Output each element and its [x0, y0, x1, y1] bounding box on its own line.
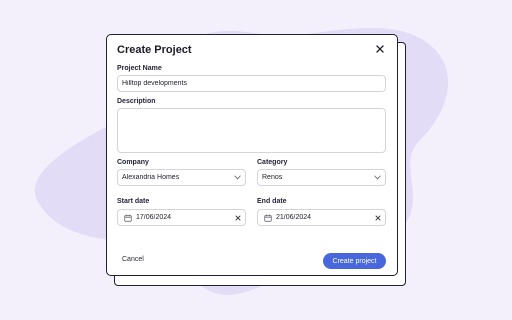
calendar-icon [124, 214, 132, 222]
clear-icon [375, 215, 381, 220]
close-icon [376, 45, 384, 53]
company-value: Alexandria Homes [122, 174, 180, 181]
dialog-title: Create Project [117, 44, 192, 56]
close-button[interactable] [375, 44, 385, 54]
start-date-clear-button[interactable] [231, 215, 245, 221]
category-select[interactable]: Renos [257, 169, 386, 186]
project-name-input[interactable]: Hilltop developments [117, 75, 386, 92]
end-date-clear-button[interactable] [371, 215, 385, 221]
end-date-picker[interactable]: 21/06/2024 [257, 209, 386, 226]
description-textarea[interactable] [117, 108, 386, 153]
end-date-label: End date [257, 198, 287, 205]
description-label: Description [117, 98, 156, 105]
company-select[interactable]: Alexandria Homes [117, 169, 246, 186]
clear-icon [235, 215, 241, 220]
start-date-value: 17/06/2024 [136, 214, 172, 221]
calendar-icon [264, 214, 272, 222]
create-project-button[interactable]: Create project [323, 253, 386, 269]
screen-stage: Create Project Project Name Hilltop deve… [0, 0, 512, 320]
start-date-picker[interactable]: 17/06/2024 [117, 209, 246, 226]
chevron-down-icon [233, 175, 241, 180]
category-value: Renos [262, 174, 283, 181]
category-label: Category [257, 159, 288, 166]
end-date-value: 21/06/2024 [276, 214, 312, 221]
start-date-label: Start date [117, 198, 150, 205]
chevron-down-icon [373, 175, 381, 180]
project-name-label: Project Name [117, 65, 162, 72]
cancel-button[interactable]: Cancel [122, 256, 144, 263]
project-name-value: Hilltop developments [122, 80, 187, 87]
create-project-dialog: Create Project Project Name Hilltop deve… [106, 34, 398, 276]
company-label: Company [117, 159, 149, 166]
